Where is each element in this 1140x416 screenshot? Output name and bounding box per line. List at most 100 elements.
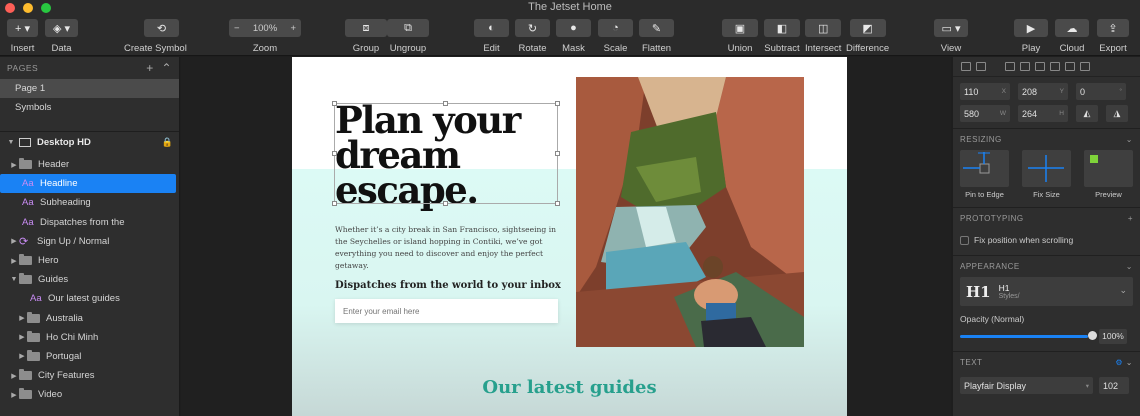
width-field[interactable]: 580 W — [960, 105, 1010, 122]
create-symbol-button[interactable]: ⟲ Create Symbol — [124, 19, 187, 55]
caret-down-icon[interactable]: ▼ — [9, 276, 19, 283]
cloud-button[interactable]: ☁ Cloud — [1055, 19, 1089, 55]
page-item-symbols[interactable]: Symbols — [0, 98, 179, 117]
add-page-icon[interactable]: + — [146, 61, 154, 75]
collapse-icon[interactable]: ⌃ — [161, 61, 172, 75]
text-header[interactable]: TEXT ⚙ ⌄ — [953, 351, 1140, 373]
subheading-text[interactable]: Whether it’s a city break in San Francis… — [335, 224, 557, 272]
difference-button[interactable]: ◩ Difference — [846, 19, 889, 55]
layer-row[interactable]: ▶ City Features — [0, 366, 179, 385]
layer-row[interactable]: Aa Headline — [0, 174, 176, 194]
resize-handle[interactable] — [555, 101, 560, 106]
opacity-slider[interactable]: 100% — [960, 329, 1133, 345]
align-middle-icon[interactable] — [1065, 62, 1075, 71]
align-right-icon[interactable] — [1035, 62, 1045, 71]
height-field[interactable]: 264 H — [1018, 105, 1068, 122]
layer-row[interactable]: Aa Subheading — [0, 193, 179, 212]
layer-row[interactable]: ▶ ⟳ Sign Up / Normal — [0, 232, 179, 251]
layer-row[interactable]: ▶ Portugal — [0, 347, 179, 366]
flip-horizontal-icon[interactable]: ◭ — [1076, 105, 1098, 122]
lock-icon[interactable]: 🔒 — [162, 137, 173, 148]
distribute-horizontal-icon[interactable] — [976, 62, 986, 71]
caret-right-icon[interactable]: ▶ — [17, 314, 27, 322]
artboard-row[interactable]: ▼ Desktop HD 🔒 — [0, 131, 179, 153]
caret-right-icon[interactable]: ▶ — [9, 161, 19, 169]
appearance-header[interactable]: APPEARANCE ⌄ — [953, 255, 1140, 277]
caret-right-icon[interactable]: ▶ — [9, 257, 19, 265]
caret-right-icon[interactable]: ▶ — [17, 352, 27, 360]
scale-button[interactable]: ◔ Scale — [598, 19, 633, 55]
mask-button[interactable]: ● Mask — [556, 19, 591, 55]
gear-icon[interactable]: ⚙ ⌄ — [1115, 358, 1133, 367]
resize-handle[interactable] — [332, 101, 337, 106]
align-bottom-icon[interactable] — [1080, 62, 1090, 71]
hero-photo[interactable] — [576, 77, 804, 347]
resize-handle[interactable] — [443, 101, 448, 106]
caret-right-icon[interactable]: ▶ — [9, 391, 19, 399]
zoom-out-button[interactable]: − — [234, 23, 240, 34]
align-center-icon[interactable] — [1020, 62, 1030, 71]
union-button[interactable]: ▣ Union — [722, 19, 758, 55]
slider-handle[interactable] — [1088, 331, 1097, 340]
add-icon[interactable]: + — [1128, 214, 1133, 223]
page-item-page-1[interactable]: Page 1 — [0, 79, 179, 98]
minimize-window-button[interactable] — [23, 3, 33, 13]
y-field[interactable]: 208 Y — [1018, 83, 1068, 100]
flatten-button[interactable]: ✎ Flatten — [639, 19, 674, 55]
prototyping-header[interactable]: PROTOTYPING + — [953, 207, 1140, 229]
fix-position-checkbox[interactable]: Fix position when scrolling — [953, 229, 1140, 251]
resize-handle[interactable] — [555, 151, 560, 156]
play-button[interactable]: ▶ Play — [1014, 19, 1048, 55]
checkbox-icon[interactable] — [960, 235, 969, 245]
close-window-button[interactable] — [5, 3, 15, 13]
align-left-icon[interactable] — [961, 62, 971, 71]
intersect-button[interactable]: ◫ Intersect — [805, 19, 841, 55]
canvas[interactable]: Plan your dream escape. Whether it’s a c… — [181, 57, 951, 416]
subtract-button[interactable]: ◧ Subtract — [764, 19, 800, 55]
edit-button[interactable]: ◐ Edit — [474, 19, 509, 55]
resize-handle[interactable] — [332, 151, 337, 156]
layer-row[interactable]: ▼ Guides — [0, 270, 179, 289]
rotate-button[interactable]: ↻ Rotate — [515, 19, 550, 55]
layer-row[interactable]: ▶ Hero — [0, 251, 179, 270]
view-button[interactable]: ▭ ▾ View — [934, 19, 968, 55]
export-button[interactable]: ⇪ Export — [1097, 19, 1129, 55]
insert-button[interactable]: + ▾ Insert — [7, 19, 38, 55]
layer-row[interactable]: ▶ Header — [0, 155, 179, 174]
preview-icon — [1090, 155, 1098, 163]
resize-handle[interactable] — [555, 201, 560, 206]
guides-title[interactable]: Our latest guides — [292, 377, 847, 398]
fix-size-control[interactable]: Fix Size — [1022, 150, 1071, 199]
align-top-icon[interactable] — [1005, 62, 1015, 71]
resize-handle[interactable] — [443, 201, 448, 206]
text-style-select[interactable]: H1 H1 Styles/ ⌄ — [960, 277, 1133, 306]
data-button[interactable]: ◈ ▾ Data — [45, 19, 78, 55]
caret-right-icon[interactable]: ▶ — [17, 333, 27, 341]
zoom-in-button[interactable]: + — [290, 23, 296, 34]
caret-right-icon[interactable]: ▶ — [9, 372, 19, 380]
artboard-desktop-hd[interactable]: Plan your dream escape. Whether it’s a c… — [292, 57, 847, 416]
flip-vertical-icon[interactable]: ◮ — [1106, 105, 1128, 122]
font-family-select[interactable]: Playfair Display ▾ — [960, 377, 1093, 394]
rotation-field[interactable]: 0 ° — [1076, 83, 1126, 100]
layer-row[interactable]: ▶ Ho Chi Minh — [0, 328, 179, 347]
zoom-window-button[interactable] — [41, 3, 51, 13]
zoom-control[interactable]: − 100% + Zoom — [229, 19, 301, 55]
pin-to-edge-control[interactable]: Pin to Edge — [960, 150, 1009, 199]
align-top-edge-icon[interactable] — [1050, 62, 1060, 71]
font-size-field[interactable]: 102 — [1099, 377, 1129, 394]
caret-down-icon[interactable]: ▼ — [6, 139, 16, 146]
resize-handle[interactable] — [332, 201, 337, 206]
dispatches-text[interactable]: Dispatches from the world to your inbox — [335, 280, 561, 291]
layer-row[interactable]: Aa Our latest guides — [0, 289, 179, 308]
email-input[interactable] — [335, 299, 558, 323]
layer-row[interactable]: Aa Dispatches from the — [0, 213, 179, 232]
caret-right-icon[interactable]: ▶ — [9, 237, 19, 245]
group-button[interactable]: ⧈ Group — [345, 19, 387, 55]
ungroup-button[interactable]: ⧉ Ungroup — [387, 19, 429, 55]
layer-row[interactable]: ▶ Video — [0, 385, 179, 404]
x-field[interactable]: 110 X — [960, 83, 1010, 100]
opacity-field[interactable]: 100% — [1099, 329, 1127, 344]
resizing-header[interactable]: RESIZING ⌄ — [953, 128, 1140, 150]
layer-row[interactable]: ▶ Australia — [0, 309, 179, 328]
